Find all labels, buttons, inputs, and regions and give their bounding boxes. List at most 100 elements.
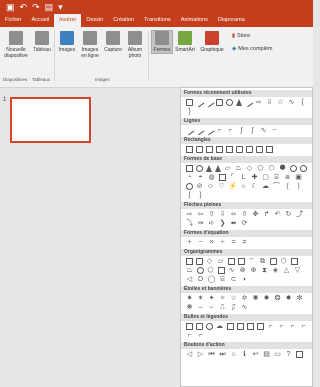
- half-frame-shape[interactable]: ⌜: [229, 174, 237, 181]
- action-back-button-shape[interactable]: ◁: [186, 351, 194, 358]
- brace-shape[interactable]: }: [186, 108, 194, 115]
- collate-shape[interactable]: ⧗: [261, 267, 269, 274]
- extract-shape[interactable]: △: [283, 267, 291, 274]
- slide-thumbnail[interactable]: [10, 97, 91, 143]
- summing-junction-shape[interactable]: ⊗: [239, 267, 247, 274]
- curved-arrow-shape[interactable]: ⤴: [296, 211, 304, 218]
- bevel-shape[interactable]: ▣: [295, 174, 303, 181]
- sequential-access-shape[interactable]: ◯: [208, 276, 216, 283]
- arrow-down-shape[interactable]: ⇩: [219, 211, 227, 218]
- rounded-rectangle-shape[interactable]: [195, 146, 203, 153]
- save-icon[interactable]: ▣: [6, 2, 15, 12]
- diamond-shape[interactable]: ◇: [246, 165, 254, 172]
- line-shape[interactable]: [194, 125, 204, 136]
- customize-icon[interactable]: ▾: [58, 2, 63, 12]
- cube-shape[interactable]: ⧈: [284, 174, 292, 181]
- rectangle-shape[interactable]: [225, 146, 233, 153]
- line-callout-shape[interactable]: ⌐: [278, 323, 286, 330]
- divide-shape[interactable]: ÷: [219, 239, 227, 246]
- scribble-shape[interactable]: ~: [271, 127, 279, 134]
- action-document-button-shape[interactable]: ▭: [274, 351, 282, 358]
- stored-data-shape[interactable]: ◁: [186, 276, 194, 283]
- action-custom-button-shape[interactable]: [295, 351, 303, 358]
- circle-shape[interactable]: [289, 165, 297, 172]
- tab-dessin[interactable]: Dessin: [81, 14, 108, 27]
- pentagon-shape[interactable]: ⬠: [257, 165, 265, 172]
- line-shape[interactable]: [204, 125, 214, 136]
- not-equal-shape[interactable]: ≠: [241, 239, 249, 246]
- heart-shape[interactable]: ♡: [218, 183, 226, 190]
- triangle-shape[interactable]: [205, 165, 212, 172]
- or-shape[interactable]: ⊕: [250, 267, 258, 274]
- multidocument-shape[interactable]: ⧉: [259, 258, 267, 265]
- trapezoid-shape[interactable]: ⏢: [235, 165, 243, 172]
- action-end-button-shape[interactable]: ⏭: [219, 351, 227, 358]
- elbow-connector-shape[interactable]: ⌐: [216, 127, 224, 134]
- hexagon-shape[interactable]: ⬡: [268, 165, 276, 172]
- connector-shape[interactable]: [196, 267, 204, 274]
- line-shape[interactable]: [194, 97, 204, 108]
- oval-shape[interactable]: [225, 99, 233, 106]
- connector-shape[interactable]: [243, 97, 253, 108]
- new-slide-button[interactable]: Nouvelle diapositive: [3, 31, 29, 59]
- rectangle-shape[interactable]: [215, 146, 223, 153]
- arrow-up-down-shape[interactable]: ⇳: [241, 211, 249, 218]
- line-callout-shape[interactable]: ⌐: [267, 323, 275, 330]
- tab-accueil[interactable]: Accueil: [27, 14, 55, 27]
- lightning-shape[interactable]: ⚡: [229, 183, 238, 190]
- action-return-button-shape[interactable]: ↩: [252, 351, 260, 358]
- star-shape[interactable]: ✼: [296, 295, 304, 302]
- arrow-right-shape[interactable]: ⇨: [186, 211, 194, 218]
- plaque-shape[interactable]: ▢: [262, 174, 270, 181]
- star-shape[interactable]: ✷: [186, 295, 194, 302]
- bent-arrow-shape[interactable]: ↱: [263, 211, 271, 218]
- line-callout-shape[interactable]: ⌐: [186, 332, 194, 339]
- brace-shape[interactable]: }: [197, 192, 205, 199]
- callout-arrow-shape[interactable]: ⬌: [230, 220, 238, 227]
- delay-shape[interactable]: D: [197, 276, 205, 283]
- sort-shape[interactable]: ◈: [272, 267, 280, 274]
- moon-shape[interactable]: ☾: [251, 183, 259, 190]
- bracket-shape[interactable]: ): [295, 183, 303, 190]
- rectangle-shape[interactable]: [215, 99, 223, 106]
- capture-button[interactable]: Capture: [103, 31, 123, 53]
- line-callout-shape[interactable]: ⌐: [289, 323, 297, 330]
- action-forward-button-shape[interactable]: ▷: [197, 351, 205, 358]
- circular-arrow-shape[interactable]: ↻: [285, 211, 293, 218]
- undo-icon[interactable]: ↶: [20, 2, 28, 12]
- banner-shape[interactable]: ⌢: [197, 304, 205, 311]
- star-shape[interactable]: ❂: [274, 295, 282, 302]
- callout-shape[interactable]: [205, 323, 213, 330]
- l-shape[interactable]: L: [240, 174, 248, 181]
- decision-shape[interactable]: ◇: [206, 258, 214, 265]
- star-shape[interactable]: ✺: [252, 295, 260, 302]
- card-shape[interactable]: [217, 267, 225, 274]
- teardrop-shape[interactable]: ◍: [208, 174, 216, 181]
- rectangle-shape[interactable]: [265, 146, 273, 153]
- line-shape[interactable]: [204, 97, 214, 108]
- arrow-down-shape[interactable]: ⇩: [266, 99, 274, 106]
- arrow-left-shape[interactable]: ⇦: [197, 211, 205, 218]
- internal-storage-shape[interactable]: [237, 258, 245, 265]
- parallelogram-shape[interactable]: ▱: [224, 165, 232, 172]
- octagon-shape[interactable]: ⯃: [279, 165, 287, 172]
- action-help-button-shape[interactable]: ?: [285, 351, 293, 358]
- wave-shape[interactable]: ∿: [241, 304, 249, 311]
- multiply-shape[interactable]: ×: [208, 239, 216, 246]
- sun-shape[interactable]: ☼: [240, 183, 248, 190]
- action-beginning-button-shape[interactable]: ⏮: [208, 351, 216, 358]
- can-shape[interactable]: ⌸: [273, 174, 281, 181]
- elbow-connector-shape[interactable]: ⌐: [227, 127, 235, 134]
- frame-shape[interactable]: [218, 174, 226, 181]
- document-shape[interactable]: ⌔: [248, 258, 256, 265]
- smiley-shape[interactable]: ☺: [207, 183, 215, 190]
- brace-shape[interactable]: {: [186, 192, 194, 199]
- circular-arrow-shape[interactable]: ⟳: [241, 220, 249, 227]
- online-images-button[interactable]: Images en ligne: [79, 31, 101, 59]
- line-callout-shape[interactable]: [226, 323, 234, 330]
- tab-diaporama[interactable]: Diaporama: [213, 14, 250, 27]
- star-shape[interactable]: ✧: [219, 295, 227, 302]
- chevron-shape[interactable]: ❯: [219, 220, 227, 227]
- minus-shape[interactable]: −: [197, 239, 205, 246]
- cloud-callout-shape[interactable]: ☁: [216, 323, 224, 330]
